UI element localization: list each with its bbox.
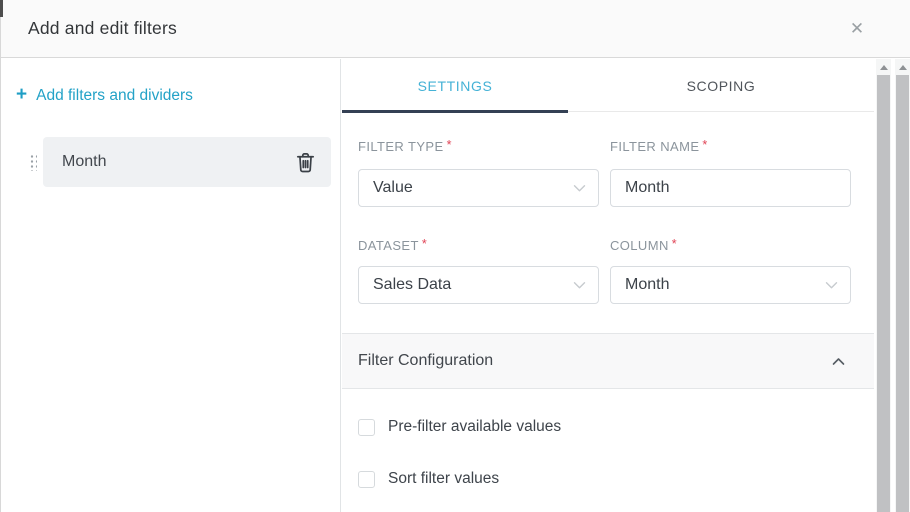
required-asterisk: * bbox=[446, 138, 452, 152]
filter-item-month[interactable]: Month bbox=[43, 137, 331, 187]
filter-name-input[interactable]: Month bbox=[610, 169, 851, 207]
chevron-up-icon bbox=[832, 357, 845, 365]
modal-scrollbar[interactable] bbox=[876, 59, 891, 512]
background-page-fragment bbox=[0, 0, 3, 17]
form-labels-row-1: FILTER TYPE * FILTER NAME * bbox=[358, 138, 851, 156]
filter-name-label: FILTER NAME bbox=[610, 139, 700, 154]
page-scrollbar[interactable] bbox=[895, 59, 910, 512]
tab-scoping[interactable]: SCOPING bbox=[568, 59, 874, 112]
section-title: Filter Configuration bbox=[358, 352, 494, 369]
column-value: Month bbox=[625, 276, 670, 293]
drag-handle-icon[interactable] bbox=[29, 153, 37, 171]
prefilter-checkbox[interactable] bbox=[358, 418, 375, 436]
prefilter-checkbox-row: Pre-filter available values bbox=[358, 418, 561, 436]
filter-type-select[interactable]: Value bbox=[358, 169, 599, 207]
sort-checkbox-row: Sort filter values bbox=[358, 470, 499, 488]
sort-checkbox-label: Sort filter values bbox=[388, 470, 500, 487]
sort-checkbox[interactable] bbox=[358, 470, 375, 488]
close-icon: ✕ bbox=[849, 18, 865, 38]
add-edit-filters-modal: Add and edit filters ✕ + Add filters and… bbox=[0, 0, 910, 512]
scroll-up-icon bbox=[898, 64, 907, 70]
modal-header: Add and edit filters ✕ bbox=[0, 0, 910, 58]
filters-list-panel: + Add filters and dividers Month bbox=[0, 59, 341, 512]
chevron-down-icon bbox=[573, 184, 586, 191]
required-asterisk: * bbox=[421, 237, 427, 251]
plus-icon: + bbox=[16, 84, 28, 105]
chevron-down-icon bbox=[573, 281, 586, 288]
form-fields-row-2: Sales Data Month bbox=[358, 266, 851, 304]
column-select[interactable]: Month bbox=[610, 266, 851, 304]
close-button[interactable]: ✕ bbox=[846, 17, 868, 39]
modal-title: Add and edit filters bbox=[28, 18, 177, 38]
active-tab-indicator bbox=[342, 110, 568, 113]
dataset-value: Sales Data bbox=[373, 276, 452, 293]
dataset-label: DATASET bbox=[358, 238, 419, 253]
scroll-up-icon bbox=[879, 64, 888, 70]
trash-icon bbox=[296, 152, 314, 172]
tab-bar: SETTINGS SCOPING bbox=[342, 59, 874, 113]
filter-type-label: FILTER TYPE bbox=[358, 139, 444, 154]
filter-item-label: Month bbox=[62, 153, 107, 170]
tab-scoping-label: SCOPING bbox=[686, 77, 756, 94]
add-filters-and-dividers-link[interactable]: + Add filters and dividers bbox=[16, 84, 193, 105]
filter-configuration-section-header[interactable]: Filter Configuration bbox=[342, 333, 874, 389]
form-fields-row-1: Value Month bbox=[358, 169, 851, 207]
add-filters-label: Add filters and dividers bbox=[36, 86, 193, 104]
chevron-down-icon bbox=[825, 281, 838, 288]
required-asterisk: * bbox=[702, 138, 708, 152]
prefilter-checkbox-label: Pre-filter available values bbox=[388, 418, 562, 435]
delete-filter-button[interactable] bbox=[290, 146, 320, 178]
dataset-select[interactable]: Sales Data bbox=[358, 266, 599, 304]
filter-settings-panel: SETTINGS SCOPING FILTER TYPE * FILTER NAM… bbox=[342, 59, 874, 512]
modal-scrollbar-thumb[interactable] bbox=[877, 75, 890, 512]
required-asterisk: * bbox=[671, 237, 677, 251]
tab-settings-label: SETTINGS bbox=[417, 77, 493, 94]
filter-list-row: Month bbox=[0, 137, 341, 187]
scroll-up-button[interactable] bbox=[876, 59, 891, 75]
filter-name-value: Month bbox=[625, 179, 670, 196]
column-label: COLUMN bbox=[610, 238, 669, 253]
form-labels-row-2: DATASET * COLUMN * bbox=[358, 237, 851, 255]
page-scrollbar-thumb[interactable] bbox=[896, 75, 909, 512]
page-edge-divider bbox=[0, 0, 1, 512]
tab-settings[interactable]: SETTINGS bbox=[342, 59, 568, 113]
scroll-up-button[interactable] bbox=[895, 59, 910, 75]
filter-type-value: Value bbox=[373, 179, 413, 196]
